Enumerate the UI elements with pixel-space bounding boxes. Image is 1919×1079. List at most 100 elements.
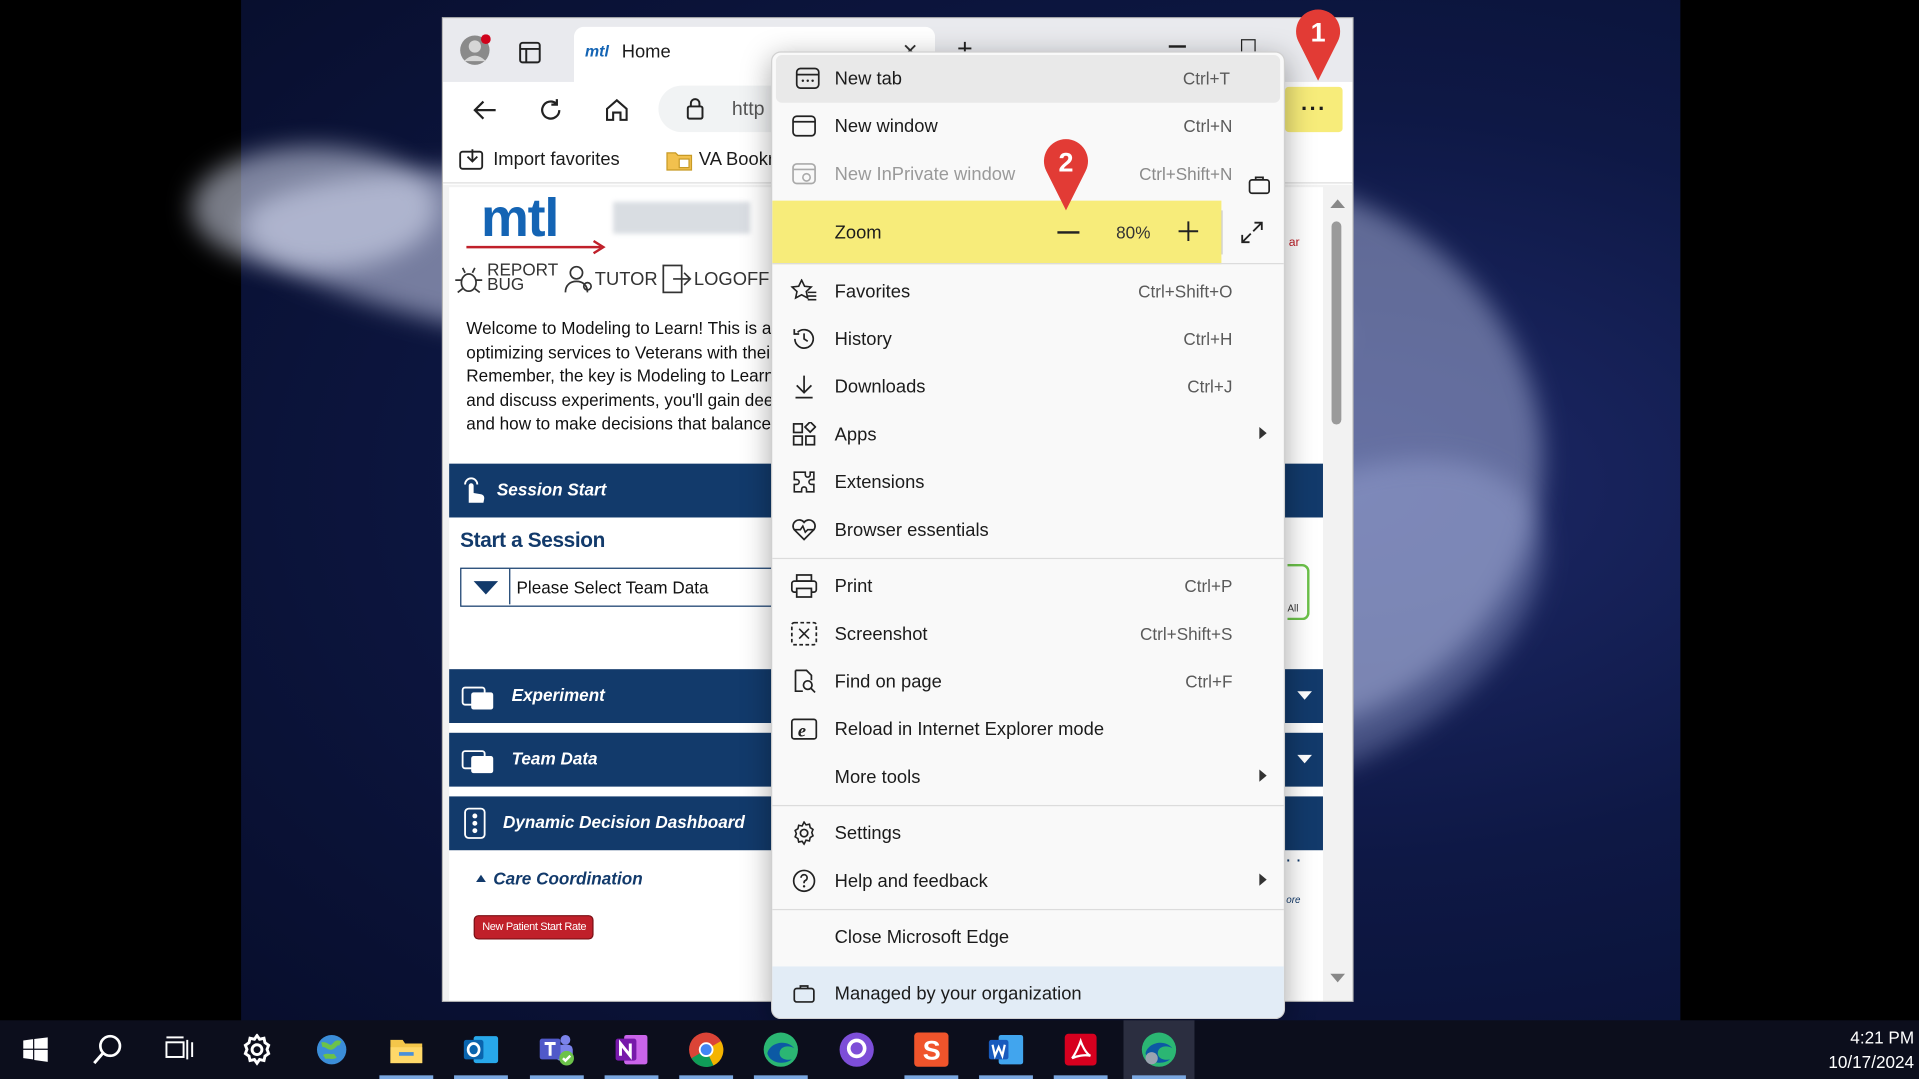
minimize-icon[interactable] bbox=[1168, 45, 1186, 48]
tutor-icon bbox=[564, 264, 593, 299]
scroll-down-icon[interactable] bbox=[1330, 973, 1346, 983]
edge-dev-icon[interactable] bbox=[751, 1025, 810, 1079]
menu-item-screenshot[interactable]: Screenshot Ctrl+Shift+S bbox=[772, 610, 1284, 658]
menu-item-new-window[interactable]: New window Ctrl+N bbox=[772, 103, 1284, 151]
menu-item-history[interactable]: History Ctrl+H bbox=[772, 316, 1284, 364]
github-desktop-icon[interactable] bbox=[827, 1025, 886, 1074]
menu-item-new-tab[interactable]: New tab Ctrl+T bbox=[775, 55, 1281, 103]
taskbar: S 4:21 PM 10/17/2024 bbox=[0, 1020, 1919, 1079]
menu-shortcut: Ctrl+Shift+S bbox=[1140, 623, 1233, 644]
care-coordination-label: Care Coordination bbox=[493, 868, 643, 889]
system-clock[interactable]: 4:21 PM 10/17/2024 bbox=[1806, 1025, 1914, 1074]
menu-label: Close Microsoft Edge bbox=[834, 927, 1010, 949]
file-explorer-icon[interactable] bbox=[377, 1025, 436, 1079]
refresh-icon[interactable] bbox=[535, 94, 567, 126]
menu-label: Print bbox=[834, 576, 873, 597]
logoff-link[interactable]: LOGOFF bbox=[661, 263, 771, 295]
profile-avatar[interactable] bbox=[458, 33, 492, 67]
scroll-up-icon[interactable] bbox=[1330, 199, 1346, 208]
menu-item-favorites[interactable]: Favorites Ctrl+Shift+O bbox=[772, 268, 1284, 316]
search-icon[interactable] bbox=[78, 1025, 137, 1074]
folder-stack-icon bbox=[461, 744, 498, 782]
chevron-down-icon[interactable] bbox=[1297, 754, 1312, 764]
menu-item-print[interactable]: Print Ctrl+P bbox=[772, 563, 1284, 611]
snagit-icon[interactable]: S bbox=[902, 1025, 961, 1079]
menu-item-ie-mode[interactable]: e Reload in Internet Explorer mode bbox=[772, 706, 1284, 754]
tab-title: Home bbox=[621, 41, 671, 63]
menu-label: Settings bbox=[834, 823, 902, 845]
all-button[interactable]: All bbox=[1287, 563, 1310, 621]
chevron-down-icon[interactable] bbox=[1297, 691, 1312, 700]
fullscreen-icon[interactable] bbox=[1240, 220, 1264, 251]
edge-active-icon[interactable] bbox=[1123, 1020, 1195, 1079]
callout-number: 2 bbox=[1058, 146, 1074, 178]
download-icon bbox=[791, 373, 818, 400]
callout-number: 1 bbox=[1310, 17, 1326, 48]
menu-shortcut: Ctrl+Shift+N bbox=[1139, 163, 1233, 184]
more-dots-page[interactable]: ·· bbox=[1285, 850, 1305, 872]
page-scrollbar[interactable] bbox=[1327, 185, 1347, 1001]
acrobat-icon[interactable] bbox=[1051, 1025, 1110, 1079]
word-icon[interactable] bbox=[977, 1025, 1036, 1079]
menu-item-browser-essentials[interactable]: Browser essentials bbox=[772, 506, 1284, 554]
menu-item-more-tools[interactable]: More tools bbox=[772, 754, 1284, 802]
onenote-icon[interactable] bbox=[602, 1025, 661, 1079]
settings-gear-icon[interactable] bbox=[228, 1025, 287, 1074]
briefcase-icon bbox=[791, 980, 818, 1007]
menu-label: Zoom bbox=[834, 222, 882, 244]
blurred-banner bbox=[613, 201, 751, 234]
svg-text:e: e bbox=[798, 720, 806, 740]
menu-separator bbox=[772, 263, 1284, 265]
menu-label: Downloads bbox=[834, 376, 926, 398]
outlook-icon[interactable] bbox=[452, 1025, 511, 1079]
tab-actions-icon[interactable] bbox=[516, 39, 543, 66]
report-bug-label: REPORT BUG bbox=[487, 259, 558, 294]
clock-time: 4:21 PM bbox=[1850, 1027, 1915, 1048]
menu-item-help-feedback[interactable]: Help and feedback bbox=[772, 858, 1284, 906]
menu-item-zoom: Zoom 80% bbox=[772, 200, 1284, 265]
back-icon[interactable] bbox=[469, 94, 501, 126]
care-coordination-toggle[interactable]: Care Coordination bbox=[474, 867, 670, 891]
chrome-icon[interactable] bbox=[677, 1025, 736, 1079]
zoom-in-button[interactable] bbox=[1177, 220, 1199, 248]
bookmark-label: Import favorites bbox=[493, 149, 620, 171]
submenu-arrow-icon bbox=[1259, 873, 1267, 886]
tutor-link[interactable]: TUTOR bbox=[564, 263, 658, 295]
scroll-thumb[interactable] bbox=[1331, 221, 1342, 425]
menu-item-settings[interactable]: Settings bbox=[772, 810, 1284, 858]
menu-item-close-edge[interactable]: Close Microsoft Edge bbox=[772, 914, 1284, 962]
intro-line: and how to make decisions that balance a… bbox=[466, 413, 773, 434]
report-bug-link[interactable]: REPORT BUG bbox=[454, 259, 558, 295]
extensions-icon bbox=[791, 469, 818, 496]
address-text: http bbox=[731, 99, 765, 120]
task-view-icon[interactable] bbox=[151, 1025, 210, 1074]
globe-app-icon[interactable] bbox=[302, 1025, 361, 1074]
menu-item-find-on-page[interactable]: Find on page Ctrl+F bbox=[772, 658, 1284, 706]
settings-and-more-menu: New tab Ctrl+T New window Ctrl+N New InP… bbox=[771, 51, 1286, 1020]
bug-icon bbox=[454, 265, 483, 300]
zoom-out-button[interactable] bbox=[1057, 231, 1080, 234]
menu-item-extensions[interactable]: Extensions bbox=[772, 459, 1284, 507]
svg-text:S: S bbox=[923, 1035, 941, 1065]
team-data-select[interactable]: Please Select Team Data bbox=[460, 567, 781, 607]
settings-more-button[interactable]: ··· bbox=[1285, 86, 1343, 133]
start-button[interactable] bbox=[6, 1025, 65, 1074]
menu-shortcut: Ctrl+P bbox=[1184, 576, 1233, 596]
menu-item-managed[interactable]: Managed by your organization bbox=[772, 966, 1284, 1018]
menu-item-apps[interactable]: Apps bbox=[772, 411, 1284, 459]
more-dots-icon: ··· bbox=[1300, 96, 1327, 122]
menu-label: Reload in Internet Explorer mode bbox=[834, 719, 1105, 741]
team-select-value: Please Select Team Data bbox=[516, 577, 709, 597]
menu-label: New tab bbox=[834, 68, 903, 90]
menu-item-downloads[interactable]: Downloads Ctrl+J bbox=[772, 363, 1284, 411]
gear-icon bbox=[791, 820, 818, 847]
new-patient-start-rate-button[interactable]: New Patient Start Rate bbox=[474, 916, 593, 939]
menu-label: Favorites bbox=[834, 281, 911, 303]
home-icon[interactable] bbox=[601, 94, 633, 126]
teams-icon[interactable] bbox=[527, 1025, 586, 1079]
mtl-favicon: mtl bbox=[585, 41, 609, 60]
menu-shortcut: Ctrl+N bbox=[1183, 116, 1233, 136]
callout-badge-1: 1 bbox=[1291, 0, 1345, 81]
submenu-arrow-icon bbox=[1259, 769, 1267, 782]
submenu-arrow-icon bbox=[1259, 426, 1267, 440]
